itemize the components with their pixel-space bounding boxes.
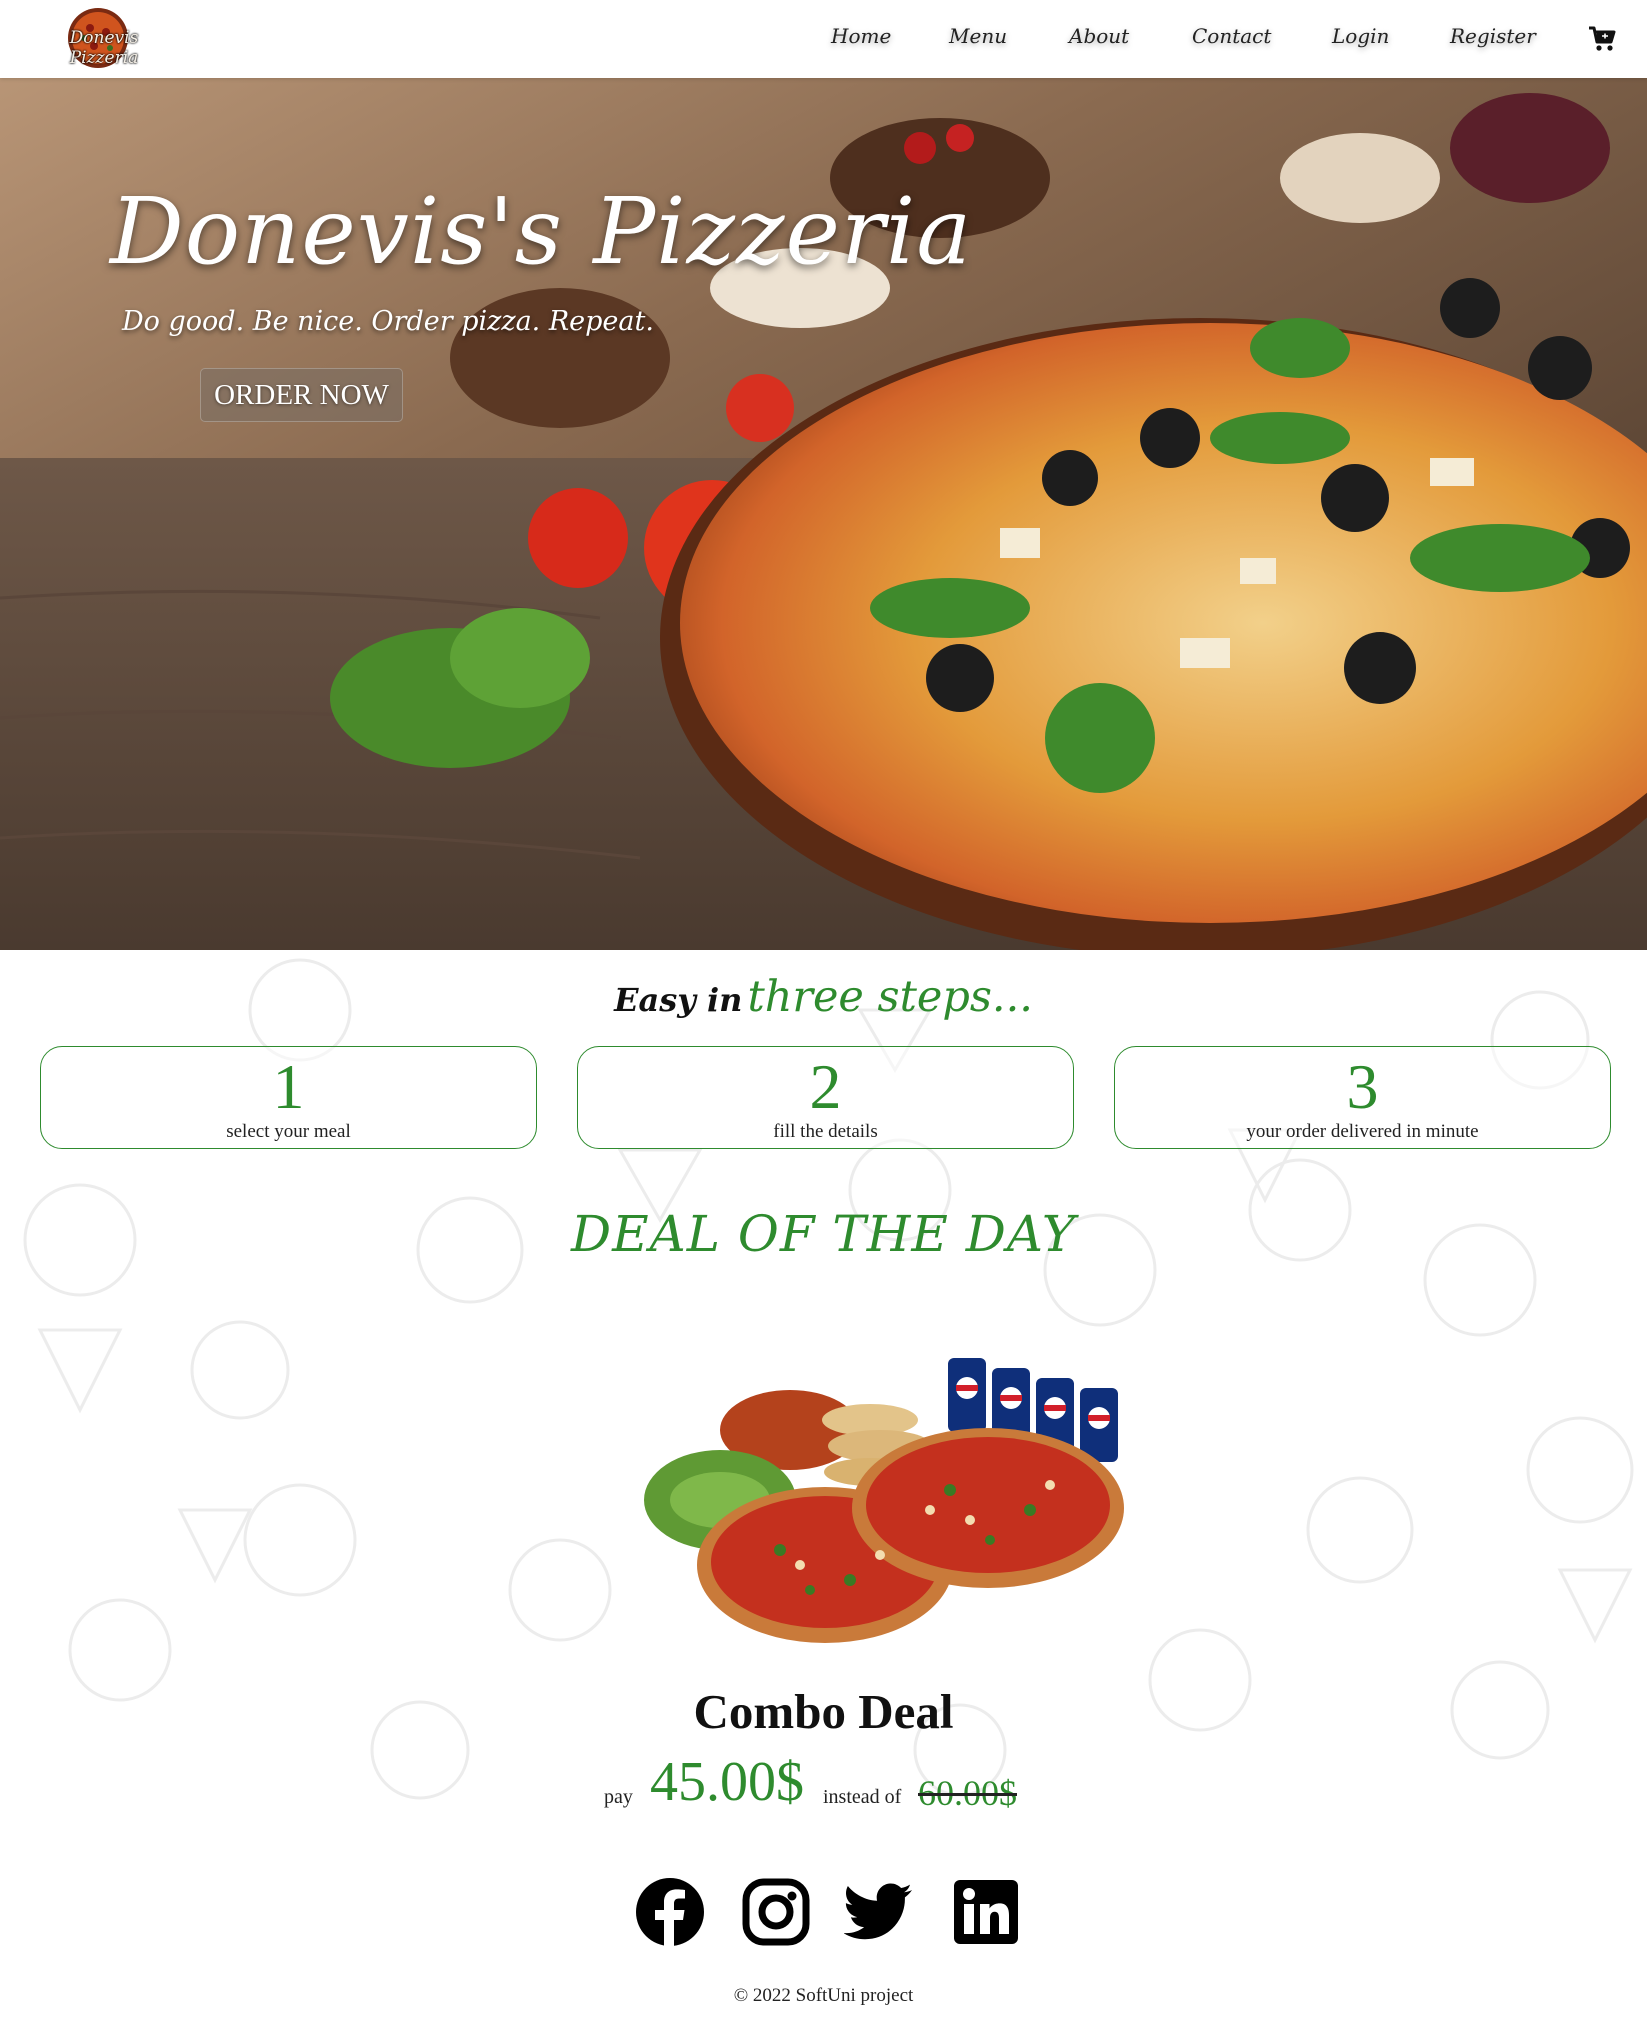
step-number: 3 — [1346, 1051, 1379, 1122]
nav-register-link[interactable]: Register — [1450, 24, 1536, 48]
price-row: pay 45.00$ instead of 60.00$ — [0, 1750, 1647, 1813]
pay-label: pay — [604, 1786, 633, 1808]
combo-deal-image[interactable] — [630, 1350, 1150, 1650]
deal-name: Combo Deal — [693, 1684, 954, 1739]
hero-banner: Donevis's Pizzeria Do good. Be nice. Ord… — [0, 78, 1647, 950]
steps-heading-part1: Easy in — [614, 981, 743, 1019]
nav-contact-link[interactable]: Contact — [1192, 24, 1271, 48]
facebook-icon[interactable] — [634, 1876, 706, 1948]
step-text: your order delivered in minute — [1246, 1121, 1479, 1142]
step-card-1: 1 select your meal — [40, 1046, 537, 1149]
top-navbar: Donevis Pizzeria Home Menu About Contact… — [0, 0, 1647, 78]
step-number: 2 — [809, 1051, 842, 1122]
step-text: select your meal — [226, 1121, 351, 1142]
nav-about-link[interactable]: About — [1069, 24, 1129, 48]
instagram-icon[interactable] — [740, 1876, 812, 1948]
hero-title: Donevis's Pizzeria — [110, 178, 973, 285]
steps-heading: Easy in three steps... — [0, 972, 1647, 1022]
twitter-icon[interactable] — [843, 1876, 916, 1948]
step-text: fill the details — [773, 1121, 878, 1142]
footer-copyright: © 2022 SoftUni project — [733, 1985, 914, 2006]
deal-price: 45.00$ — [650, 1751, 804, 1813]
nav-home-link[interactable]: Home — [831, 24, 891, 48]
nav-login-link[interactable]: Login — [1332, 24, 1389, 48]
step-card-2: 2 fill the details — [577, 1046, 1074, 1149]
logo[interactable]: Donevis Pizzeria — [34, 6, 174, 70]
old-price: 60.00$ — [918, 1773, 1017, 1813]
linkedin-icon[interactable] — [950, 1876, 1022, 1948]
shopping-cart-icon[interactable] — [1588, 26, 1616, 52]
deal-of-the-day-heading: DEAL OF THE DAY — [571, 1205, 1076, 1263]
hero-tagline: Do good. Be nice. Order pizza. Repeat. — [122, 306, 654, 337]
steps-heading-part2: three steps... — [747, 972, 1033, 1022]
logo-text: Donevis Pizzeria — [69, 28, 139, 68]
step-card-3: 3 your order delivered in minute — [1114, 1046, 1611, 1149]
instead-of-label: instead of — [823, 1786, 902, 1808]
nav-menu-link[interactable]: Menu — [949, 24, 1007, 48]
step-number: 1 — [272, 1051, 305, 1122]
order-now-button[interactable]: ORDER NOW — [200, 368, 403, 422]
